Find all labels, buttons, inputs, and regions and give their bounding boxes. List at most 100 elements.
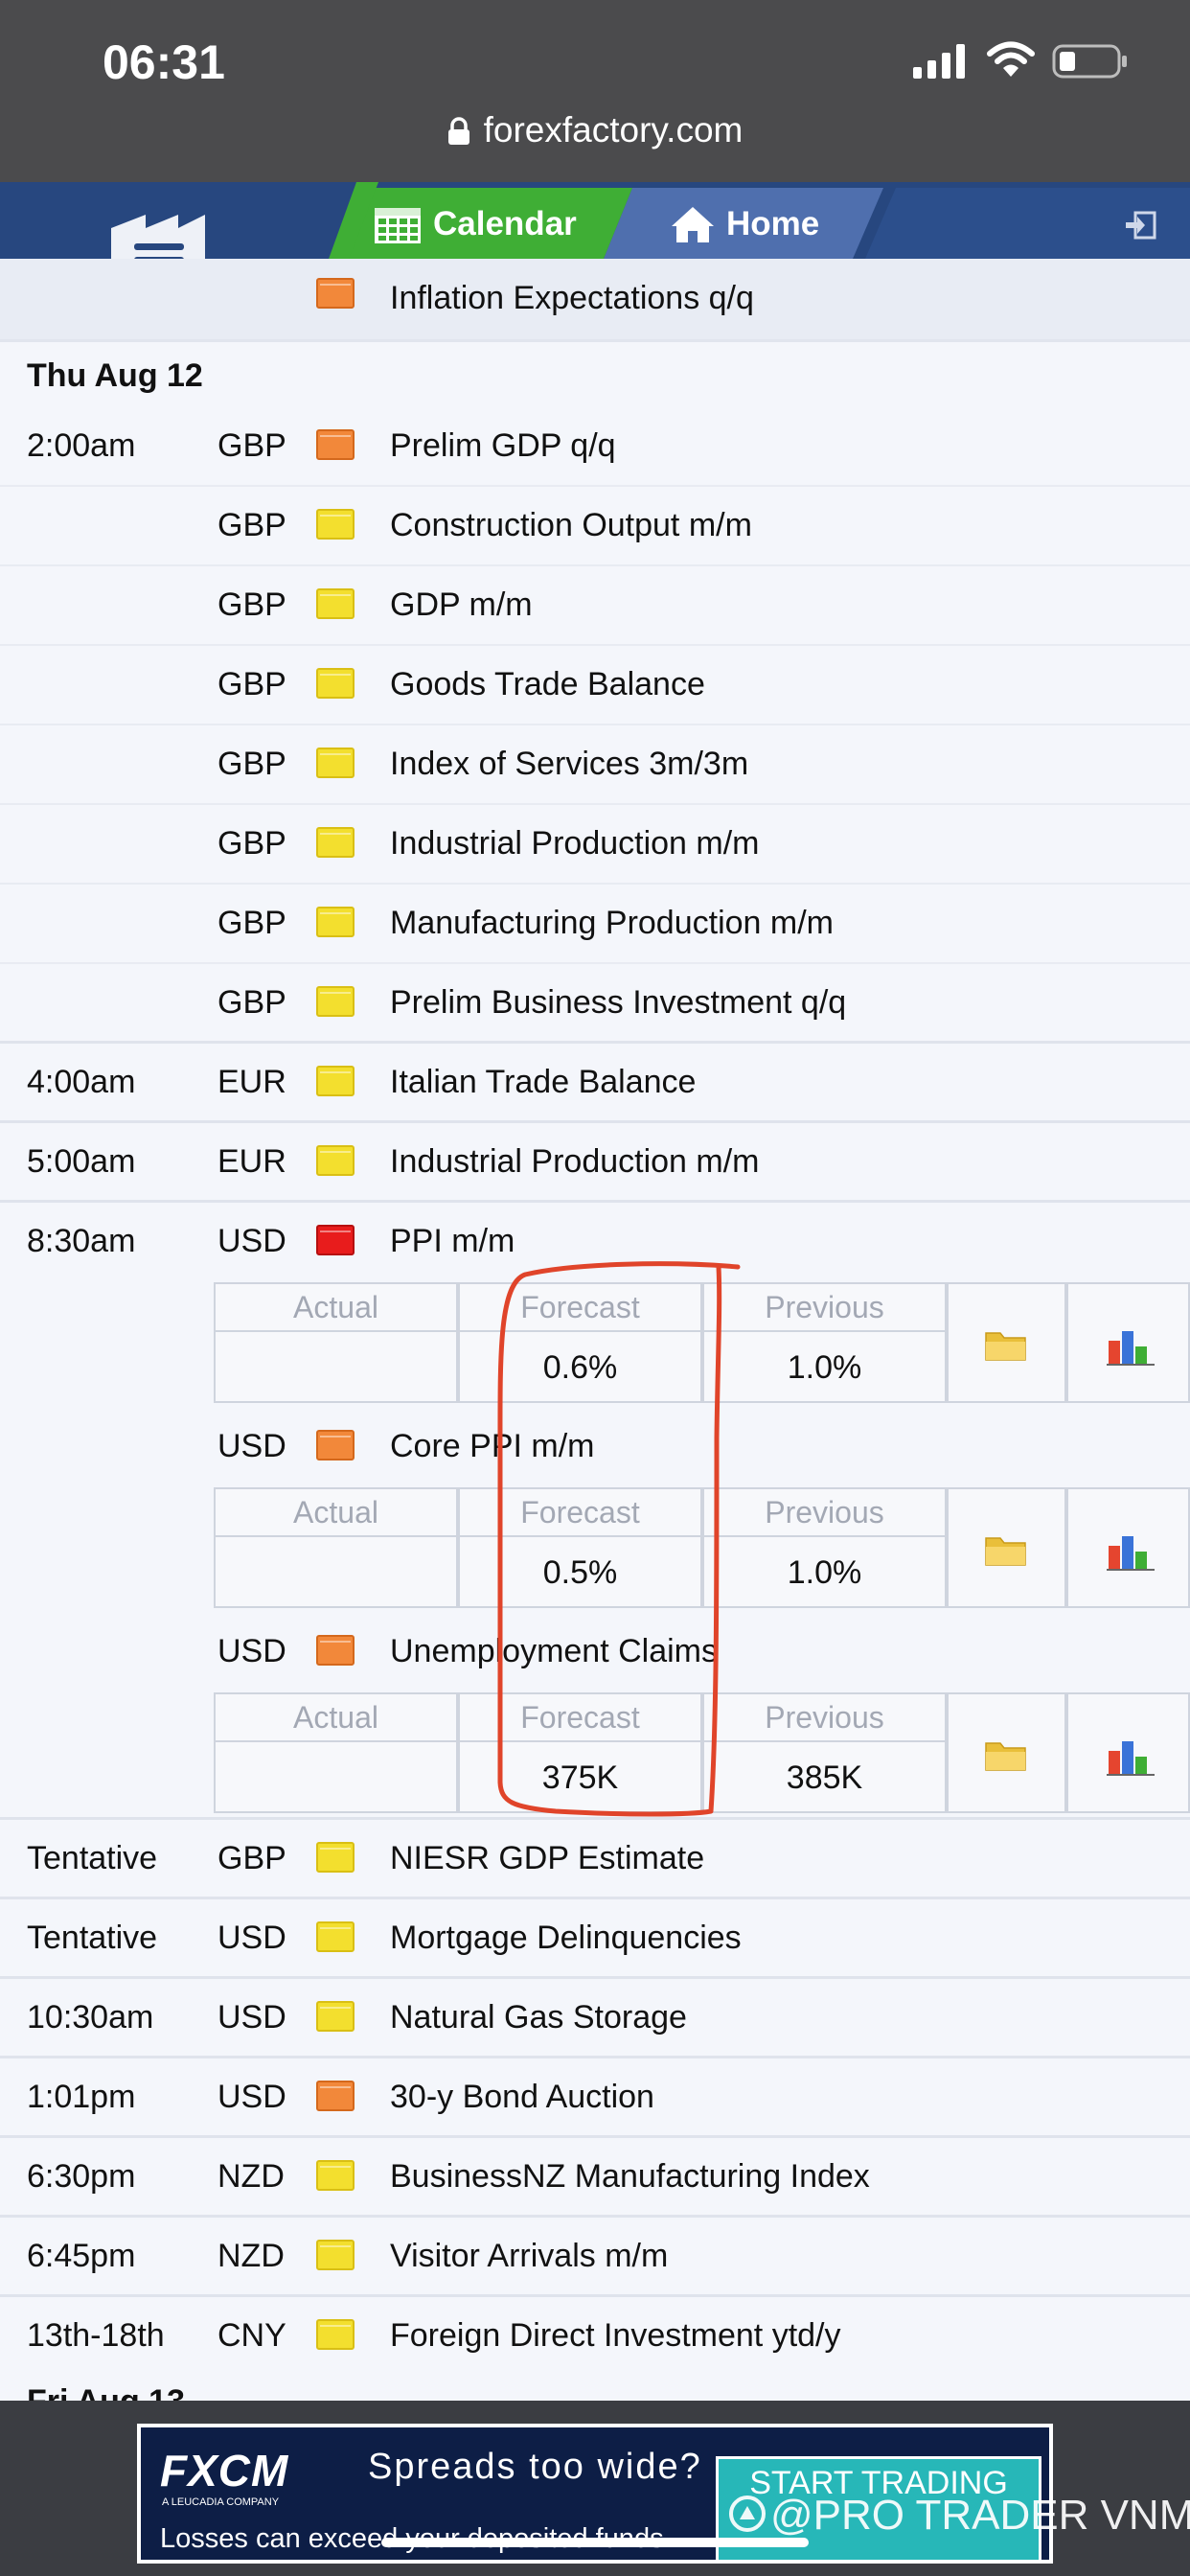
table-row[interactable]: GBP GDP m/m — [0, 565, 1190, 645]
event-name: Construction Output m/m — [390, 507, 752, 543]
actual-cell: Actual — [214, 1692, 458, 1813]
bar-chart-icon — [1107, 1536, 1155, 1571]
event-time: Tentative — [27, 1840, 158, 1876]
forecast-cell: Forecast 0.5% — [458, 1487, 702, 1608]
impact-orange-icon — [316, 278, 355, 309]
event-name: Natural Gas Storage — [390, 1999, 687, 2036]
event-time: 1:01pm — [27, 2079, 136, 2115]
table-row[interactable]: GBP Prelim Business Investment q/q — [0, 963, 1190, 1043]
event-currency: USD — [217, 1999, 286, 2036]
event-currency: CNY — [217, 2317, 286, 2354]
detail-chart-button[interactable] — [1066, 1692, 1190, 1813]
table-row[interactable]: 10:30am USD Natural Gas Storage — [0, 1979, 1190, 2057]
calendar-icon — [374, 204, 422, 244]
detail-folder-button[interactable] — [947, 1692, 1066, 1813]
table-row[interactable]: GBP Manufacturing Production m/m — [0, 884, 1190, 963]
detail-chart-button[interactable] — [1066, 1282, 1190, 1403]
impact-yellow-icon — [316, 1145, 355, 1176]
impact-yellow-icon — [316, 1066, 355, 1096]
event-currency: GBP — [217, 746, 286, 782]
event-name: 30-y Bond Auction — [390, 2079, 654, 2115]
detail-folder-button[interactable] — [947, 1282, 1066, 1403]
tab-home[interactable]: Home — [671, 190, 862, 259]
login-button[interactable] — [1111, 201, 1169, 249]
event-detail-panel: Actual Forecast 0.6% Previous 1.0% — [214, 1282, 1190, 1407]
detail-chart-button[interactable] — [1066, 1487, 1190, 1608]
table-row[interactable]: 2:00am GBP Prelim GDP q/q — [0, 406, 1190, 486]
home-indicator[interactable] — [381, 2538, 809, 2547]
table-row[interactable]: 6:45pm NZD Visitor Arrivals m/m — [0, 2218, 1190, 2295]
next-day-header: Fri Aug 13 — [0, 2372, 1190, 2420]
event-currency: USD — [217, 1920, 286, 1956]
forecast-label: Forecast — [460, 1489, 700, 1537]
event-currency: NZD — [217, 2238, 285, 2274]
folder-icon — [985, 1332, 1026, 1361]
folder-icon — [985, 1742, 1026, 1771]
event-time: 6:45pm — [27, 2238, 136, 2274]
bar-chart-icon — [1107, 1331, 1155, 1366]
forecast-value: 0.6% — [542, 1349, 618, 1386]
event-time: 6:30pm — [27, 2158, 136, 2195]
tab-calendar[interactable]: Calendar — [374, 190, 618, 259]
forecast-value: 0.5% — [542, 1554, 618, 1591]
actual-label: Actual — [216, 1489, 456, 1537]
detail-folder-button[interactable] — [947, 1487, 1066, 1608]
fxcm-tagline: A LEUCADIA COMPANY — [162, 2496, 280, 2508]
table-row[interactable]: Tentative USD Mortgage Delinquencies — [0, 1899, 1190, 1977]
event-time: 8:30am — [27, 1223, 136, 1259]
url-bar[interactable]: forexfactory.com — [0, 110, 1190, 150]
impact-orange-icon — [316, 1635, 355, 1666]
event-name: Industrial Production m/m — [390, 1143, 760, 1180]
event-currency: GBP — [217, 984, 286, 1021]
impact-yellow-icon — [316, 668, 355, 699]
actual-value — [216, 1330, 456, 1405]
table-row[interactable]: GBP Goods Trade Balance — [0, 645, 1190, 724]
event-name: Italian Trade Balance — [390, 1064, 697, 1100]
impact-orange-icon — [316, 429, 355, 460]
table-row[interactable]: GBP Index of Services 3m/3m — [0, 724, 1190, 804]
impact-yellow-icon — [316, 2240, 355, 2270]
previous-cell: Previous 385K — [702, 1692, 947, 1813]
previous-cell: Previous 1.0% — [702, 1487, 947, 1608]
event-currency: GBP — [217, 586, 286, 623]
impact-yellow-icon — [316, 986, 355, 1017]
event-time: 13th-18th — [27, 2317, 165, 2354]
table-row[interactable]: Tentative GBP NIESR GDP Estimate — [0, 1820, 1190, 1898]
event-name: Foreign Direct Investment ytd/y — [390, 2317, 841, 2354]
table-row[interactable]: GBP Industrial Production m/m — [0, 804, 1190, 884]
previous-value: 1.0% — [787, 1554, 862, 1591]
folder-icon — [985, 1537, 1026, 1566]
previous-value: 1.0% — [787, 1349, 862, 1386]
table-row[interactable]: GBP Construction Output m/m — [0, 486, 1190, 565]
table-row[interactable]: USD Core PPI m/m — [0, 1408, 1190, 1484]
table-row[interactable]: 1:01pm USD 30-y Bond Auction — [0, 2058, 1190, 2136]
bar-chart-icon — [1107, 1741, 1155, 1776]
impact-yellow-icon — [316, 2319, 355, 2350]
impact-yellow-icon — [316, 827, 355, 858]
watermark-label: @PRO TRADER VNM — [770, 2492, 1190, 2539]
status-time: 06:31 — [103, 35, 225, 89]
impact-yellow-icon — [316, 588, 355, 619]
table-row[interactable]: 4:00am EUR Italian Trade Balance — [0, 1044, 1190, 1121]
table-row[interactable]: 13th-18th CNY Foreign Direct Investment … — [0, 2297, 1190, 2375]
table-row[interactable]: 5:00am EUR Industrial Production m/m — [0, 1123, 1190, 1201]
event-currency: GBP — [217, 666, 286, 702]
event-currency: USD — [217, 1428, 286, 1464]
event-time: 2:00am — [27, 427, 136, 464]
ad-footer: FXCM A LEUCADIA COMPANY Spreads too wide… — [0, 2401, 1190, 2576]
event-time: 10:30am — [27, 1999, 154, 2036]
ad-headline: Spreads too wide? — [368, 2447, 702, 2487]
wifi-icon — [987, 41, 1035, 77]
list-item[interactable]: Inflation Expectations q/q — [0, 259, 1190, 339]
forecast-label: Forecast — [460, 1284, 700, 1332]
actual-value — [216, 1740, 456, 1815]
actual-cell: Actual — [214, 1487, 458, 1608]
event-name: Inflation Expectations q/q — [390, 280, 754, 316]
event-currency: EUR — [217, 1143, 286, 1180]
impact-yellow-icon — [316, 1921, 355, 1952]
table-row[interactable]: 6:30pm NZD BusinessNZ Manufacturing Inde… — [0, 2138, 1190, 2216]
table-row[interactable]: USD Unemployment Claims — [0, 1613, 1190, 1690]
event-time: Tentative — [27, 1920, 158, 1956]
impact-red-icon — [316, 1225, 355, 1255]
table-row[interactable]: 8:30am USD PPI m/m — [0, 1203, 1190, 1279]
